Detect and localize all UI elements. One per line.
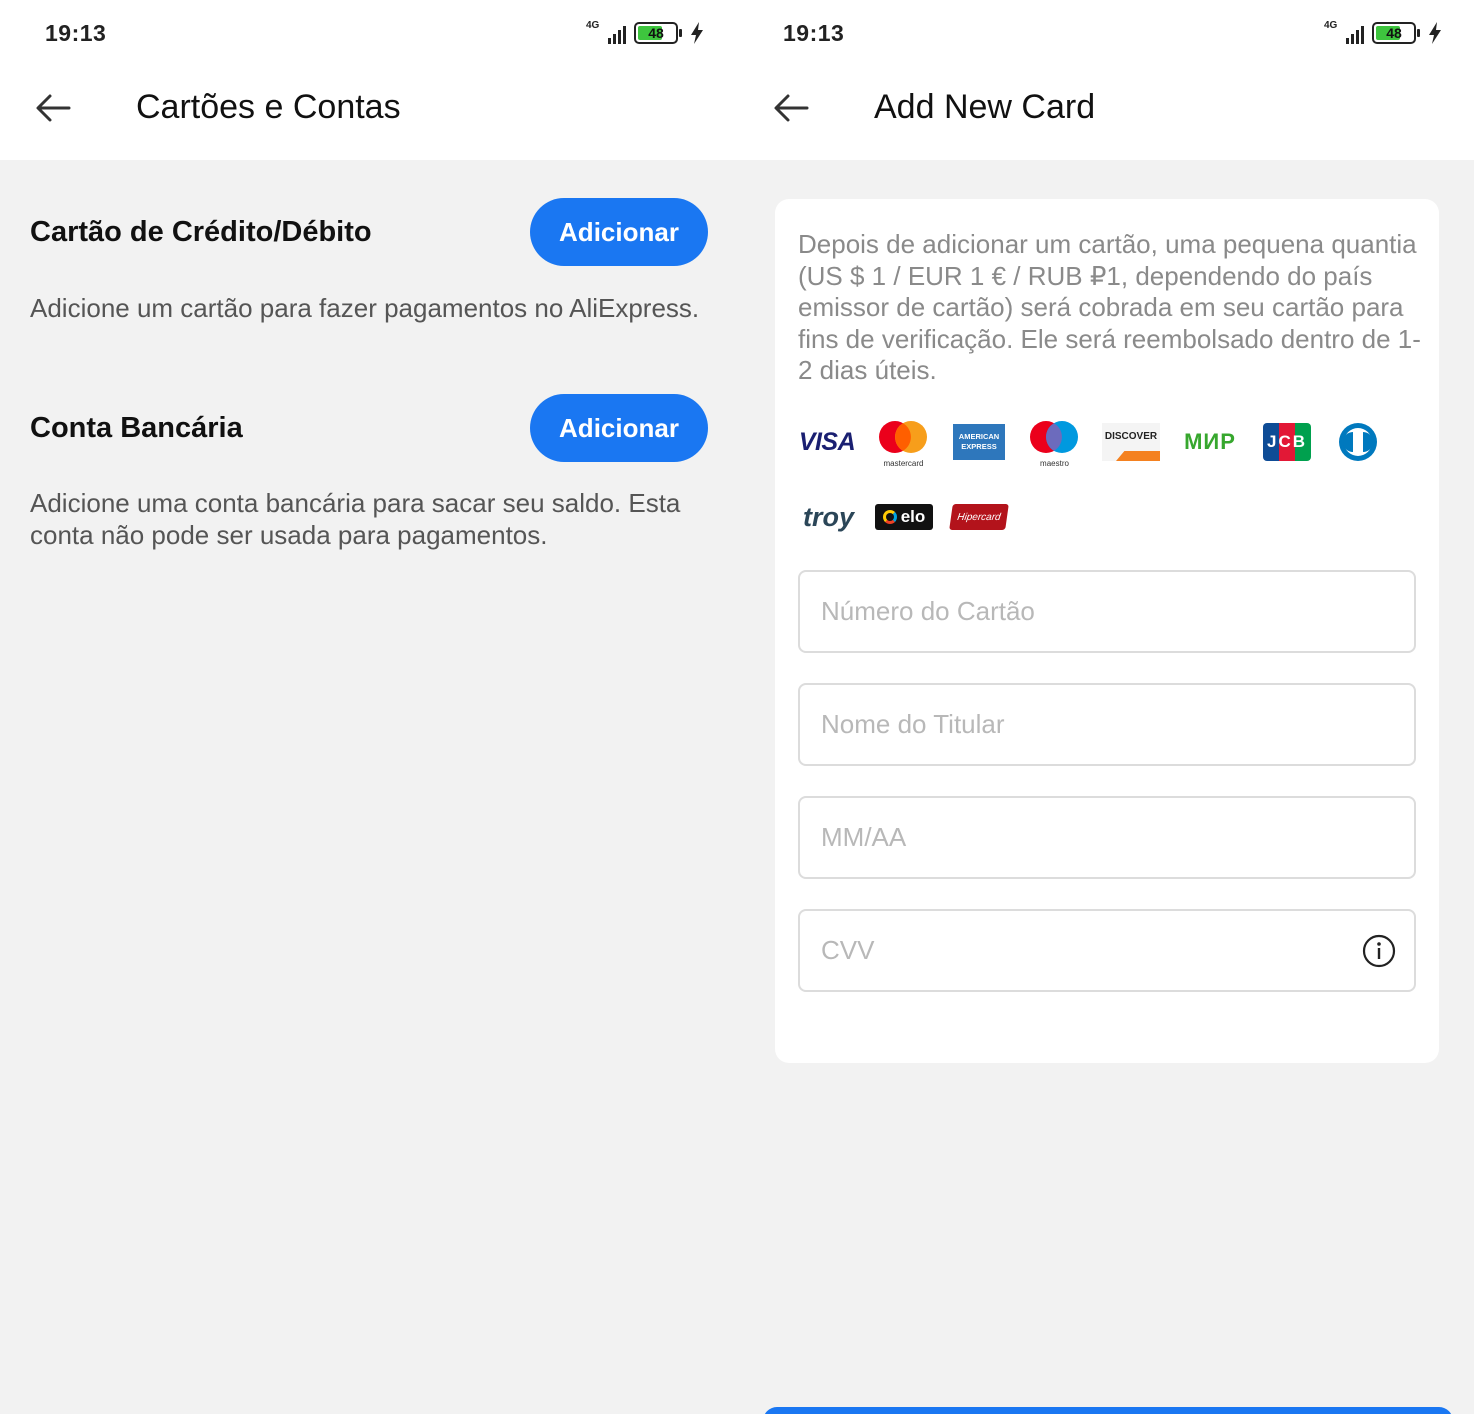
add-card-button[interactable]: Adicionar — [530, 198, 708, 266]
network-type: 4G — [586, 20, 600, 31]
network-type: 4G — [1324, 20, 1338, 31]
maestro-logo: maestro — [1026, 420, 1083, 468]
card-number-input[interactable] — [800, 572, 1414, 651]
holder-name-input[interactable] — [800, 685, 1414, 764]
expiry-date-field — [798, 796, 1416, 879]
verification-notice: Depois de adicionar um cartão, uma peque… — [798, 229, 1421, 385]
jcb-logo: JCB — [1260, 420, 1314, 464]
add-new-card-screen: 19:13 4G 48 Add New Card Depois de adici… — [738, 0, 1474, 1414]
battery-level: 48 — [1386, 25, 1402, 41]
back-button[interactable] — [31, 86, 75, 130]
page-title: Cartões e Contas — [136, 88, 401, 126]
battery-icon: 48 — [634, 22, 682, 44]
add-card-form: Depois de adicionar um cartão, uma peque… — [775, 199, 1439, 1063]
visa-logo: VISA — [798, 427, 856, 456]
bank-account-section-title: Conta Bancária — [30, 412, 243, 444]
app-header: 19:13 4G 48 Add New Card — [738, 0, 1474, 160]
back-button[interactable] — [769, 86, 813, 130]
mastercard-logo: mastercard — [875, 420, 932, 468]
battery-level: 48 — [648, 25, 664, 41]
status-time: 19:13 — [45, 20, 107, 46]
charging-icon — [691, 22, 703, 44]
status-icons: 4G 48 — [586, 20, 704, 46]
status-time: 19:13 — [783, 20, 845, 46]
cvv-input[interactable] — [800, 911, 1414, 990]
arrow-left-icon — [36, 94, 71, 122]
mir-logo: МИР — [1184, 429, 1236, 454]
holder-name-field — [798, 683, 1416, 766]
card-number-field — [798, 570, 1416, 653]
battery-icon: 48 — [1372, 22, 1420, 44]
charging-icon — [1429, 22, 1441, 44]
add-bank-account-button[interactable]: Adicionar — [530, 394, 708, 462]
amex-logo: AMERICAN EXPRESS — [951, 420, 1007, 464]
diners-club-logo — [1333, 420, 1383, 464]
bank-account-section-description: Adicione uma conta bancária para sacar s… — [30, 488, 681, 550]
credit-card-section-description: Adicione um cartão para fazer pagamentos… — [30, 293, 700, 323]
save-card-button[interactable] — [763, 1407, 1453, 1414]
discover-logo: DISCOVER — [1102, 420, 1160, 464]
credit-card-section-title: Cartão de Crédito/Débito — [30, 216, 372, 248]
page-title: Add New Card — [874, 88, 1096, 126]
arrow-left-icon — [774, 94, 809, 122]
cards-and-accounts-screen: 19:13 4G 48 Cartões e Contas Cartão de C… — [0, 0, 738, 1414]
expiry-date-input[interactable] — [800, 798, 1414, 877]
status-icons: 4G 48 — [1324, 20, 1442, 46]
elo-logo: elo — [874, 495, 934, 539]
cvv-field — [798, 909, 1416, 992]
signal-icon: 4G — [1324, 20, 1364, 46]
signal-icon: 4G — [586, 20, 626, 46]
card-brand-logos: VISA mastercard AMERICAN EXPRESS maestro… — [798, 420, 1383, 468]
card-brand-logos-row-2: troy elo Hipercard — [798, 495, 1009, 539]
app-header: 19:13 4G 48 Cartões e Contas — [0, 0, 738, 160]
troy-logo: troy — [802, 501, 854, 532]
hipercard-logo: Hipercard — [949, 495, 1009, 539]
info-icon[interactable] — [1362, 934, 1396, 968]
